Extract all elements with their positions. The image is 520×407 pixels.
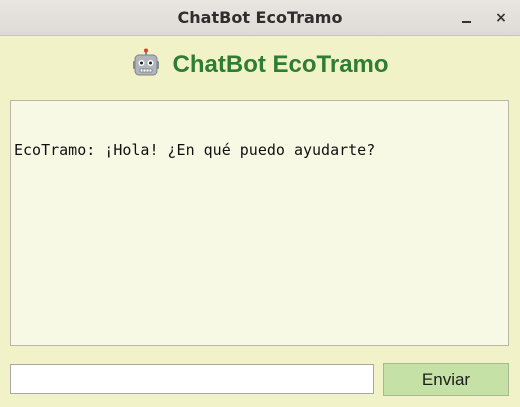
chat-message: EcoTramo: ¡Hola! ¿En qué puedo ayudarte? bbox=[14, 141, 376, 159]
message-input[interactable] bbox=[10, 364, 374, 394]
window-title: ChatBot EcoTramo bbox=[177, 8, 343, 27]
close-icon: × bbox=[495, 10, 507, 26]
close-button[interactable]: × bbox=[491, 8, 511, 28]
minimize-button[interactable] bbox=[457, 8, 477, 28]
app-title: ChatBot EcoTramo bbox=[172, 50, 389, 78]
app-window: ChatBot EcoTramo × ChatBot EcoTramo EcoT… bbox=[0, 0, 520, 407]
robot-icon bbox=[133, 48, 160, 75]
send-button[interactable]: Enviar bbox=[383, 363, 509, 396]
window-titlebar[interactable]: ChatBot EcoTramo × bbox=[0, 0, 520, 36]
app-header: ChatBot EcoTramo bbox=[0, 46, 520, 82]
minimize-icon bbox=[462, 21, 471, 23]
chat-log[interactable]: EcoTramo: ¡Hola! ¿En qué puedo ayudarte? bbox=[10, 100, 509, 346]
